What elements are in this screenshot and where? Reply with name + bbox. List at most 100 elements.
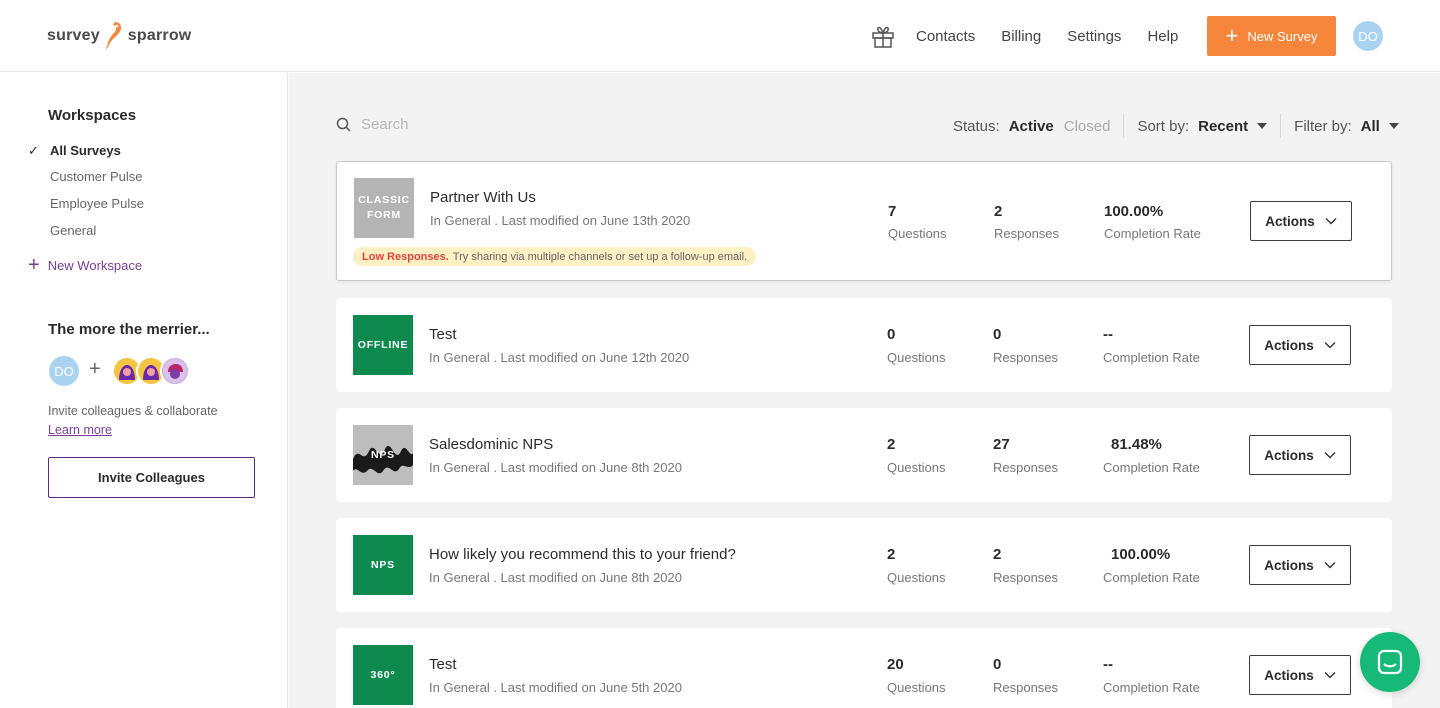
nav-billing[interactable]: Billing xyxy=(1001,28,1041,45)
chat-icon xyxy=(1377,649,1403,675)
sparrow-bird-icon xyxy=(105,22,121,50)
responses-count: 2 xyxy=(994,203,1003,220)
survey-thumb-nps-image: NPS xyxy=(353,425,413,485)
survey-card[interactable]: OFFLINE Test In General . Last modified … xyxy=(336,298,1392,392)
survey-card[interactable]: NPS Salesdominic NPS In General . Last m… xyxy=(336,408,1392,502)
actions-dropdown-button[interactable]: Actions xyxy=(1249,655,1351,695)
survey-thumb-nps: NPS xyxy=(353,535,413,595)
divider xyxy=(1280,114,1282,138)
completion-label: Completion Rate xyxy=(1103,570,1200,585)
questions-count: 2 xyxy=(887,436,896,453)
responses-label: Responses xyxy=(994,226,1060,241)
filter-label: Filter by: xyxy=(1294,117,1352,135)
survey-thumb-offline: OFFLINE xyxy=(353,315,413,375)
survey-card[interactable]: NPS How likely you recommend this to you… xyxy=(336,518,1392,612)
actions-label: Actions xyxy=(1264,447,1314,463)
survey-meta: In General . Last modified on June 8th 2… xyxy=(429,460,682,475)
sidebar-item-customer-pulse[interactable]: Customer Pulse xyxy=(50,169,142,184)
status-closed-tab[interactable]: Closed xyxy=(1064,118,1111,135)
completion-rate: 81.48% xyxy=(1111,436,1162,453)
completion-label: Completion Rate xyxy=(1103,460,1200,475)
questions-label: Questions xyxy=(887,350,946,365)
status-label: Status: xyxy=(953,117,1000,135)
nav-contacts[interactable]: Contacts xyxy=(916,28,975,45)
sort-dropdown[interactable]: Recent xyxy=(1198,118,1268,135)
search-icon xyxy=(336,117,351,132)
search-input[interactable]: Search xyxy=(361,116,409,133)
nav-help[interactable]: Help xyxy=(1147,28,1178,45)
surveysparrow-logo[interactable]: survey sparrow xyxy=(47,18,191,54)
plus-icon: + xyxy=(28,254,40,276)
actions-label: Actions xyxy=(1265,213,1315,229)
questions-label: Questions xyxy=(887,570,946,585)
actions-dropdown-button[interactable]: Actions xyxy=(1249,435,1351,475)
survey-title[interactable]: How likely you recommend this to your fr… xyxy=(429,546,736,563)
completion-rate: 100.00% xyxy=(1111,546,1171,563)
sort-label: Sort by: xyxy=(1137,117,1190,135)
search-bar[interactable]: Search xyxy=(336,116,409,133)
collaborator-avatars: DO + xyxy=(49,356,249,386)
warning-text: Try sharing via multiple channels or set… xyxy=(452,250,748,263)
warning-bold: Low Responses. xyxy=(362,250,449,263)
completion-label: Completion Rate xyxy=(1103,350,1200,365)
user-avatar[interactable]: DO xyxy=(1353,21,1383,51)
chevron-down-icon xyxy=(1325,218,1337,225)
responses-label: Responses xyxy=(993,350,1059,365)
actions-label: Actions xyxy=(1264,337,1314,353)
nav-settings[interactable]: Settings xyxy=(1067,28,1121,45)
completion-rate: -- xyxy=(1103,326,1113,343)
avatar: DO xyxy=(49,356,79,386)
plus-icon: + xyxy=(89,358,101,380)
completion-label: Completion Rate xyxy=(1103,680,1200,695)
filter-bar: Status: Active Closed Sort by: Recent Fi… xyxy=(953,114,1399,138)
survey-list-area: Search Status: Active Closed Sort by: Re… xyxy=(289,73,1440,708)
divider xyxy=(1123,114,1125,138)
actions-dropdown-button[interactable]: Actions xyxy=(1249,545,1351,585)
actions-dropdown-button[interactable]: Actions xyxy=(1250,201,1352,241)
new-workspace-label: New Workspace xyxy=(47,257,143,273)
status-active-tab[interactable]: Active xyxy=(1009,118,1054,135)
survey-title[interactable]: Salesdominic NPS xyxy=(429,436,553,453)
new-workspace-link[interactable]: + New Workspace xyxy=(28,255,142,275)
gift-icon[interactable] xyxy=(870,23,896,49)
survey-thumb-360: 360° xyxy=(353,645,413,705)
survey-card[interactable]: 360° Test In General . Last modified on … xyxy=(336,628,1392,708)
survey-title[interactable]: Test xyxy=(429,656,457,673)
low-responses-badge: Low Responses. Try sharing via multiple … xyxy=(353,247,757,266)
questions-label: Questions xyxy=(887,460,946,475)
merrier-heading: The more the merrier... xyxy=(48,321,210,338)
sidebar-item-employee-pulse[interactable]: Employee Pulse xyxy=(50,196,144,211)
questions-count: 7 xyxy=(888,203,897,220)
workspaces-heading: Workspaces xyxy=(48,107,137,124)
questions-label: Questions xyxy=(888,226,947,241)
responses-count: 2 xyxy=(993,546,1002,563)
actions-label: Actions xyxy=(1264,667,1314,683)
responses-count: 0 xyxy=(993,656,1002,673)
check-icon: ✓ xyxy=(28,143,39,158)
chevron-down-icon xyxy=(1324,452,1336,459)
chevron-down-icon xyxy=(1324,342,1336,349)
invite-colleagues-button[interactable]: Invite Colleagues xyxy=(48,457,255,498)
new-survey-button[interactable]: + New Survey xyxy=(1207,16,1336,56)
survey-meta: In General . Last modified on June 5th 2… xyxy=(429,680,682,695)
learn-more-link[interactable]: Learn more xyxy=(48,423,112,437)
logo-text-survey: survey xyxy=(47,27,100,44)
survey-card[interactable]: CLASSIC FORM Partner With Us In General .… xyxy=(336,161,1392,281)
responses-count: 27 xyxy=(993,436,1010,453)
completion-label: Completion Rate xyxy=(1104,226,1201,241)
sidebar-item-general[interactable]: General xyxy=(50,223,96,238)
collaborator-avatar-icon xyxy=(160,356,190,386)
filter-dropdown[interactable]: All xyxy=(1361,118,1399,135)
chevron-down-icon xyxy=(1324,672,1336,679)
chat-launcher-button[interactable] xyxy=(1360,632,1420,692)
top-header: survey sparrow Contacts Billing Settings… xyxy=(0,0,1440,72)
sidebar: Workspaces ✓ All Surveys Customer Pulse … xyxy=(0,73,288,708)
sidebar-item-all-surveys[interactable]: All Surveys xyxy=(50,143,121,158)
survey-meta: In General . Last modified on June 8th 2… xyxy=(429,570,682,585)
survey-title[interactable]: Test xyxy=(429,326,457,343)
caret-down-icon xyxy=(1257,123,1268,129)
actions-dropdown-button[interactable]: Actions xyxy=(1249,325,1351,365)
survey-title[interactable]: Partner With Us xyxy=(430,189,536,206)
questions-count: 2 xyxy=(887,546,896,563)
questions-label: Questions xyxy=(887,680,946,695)
